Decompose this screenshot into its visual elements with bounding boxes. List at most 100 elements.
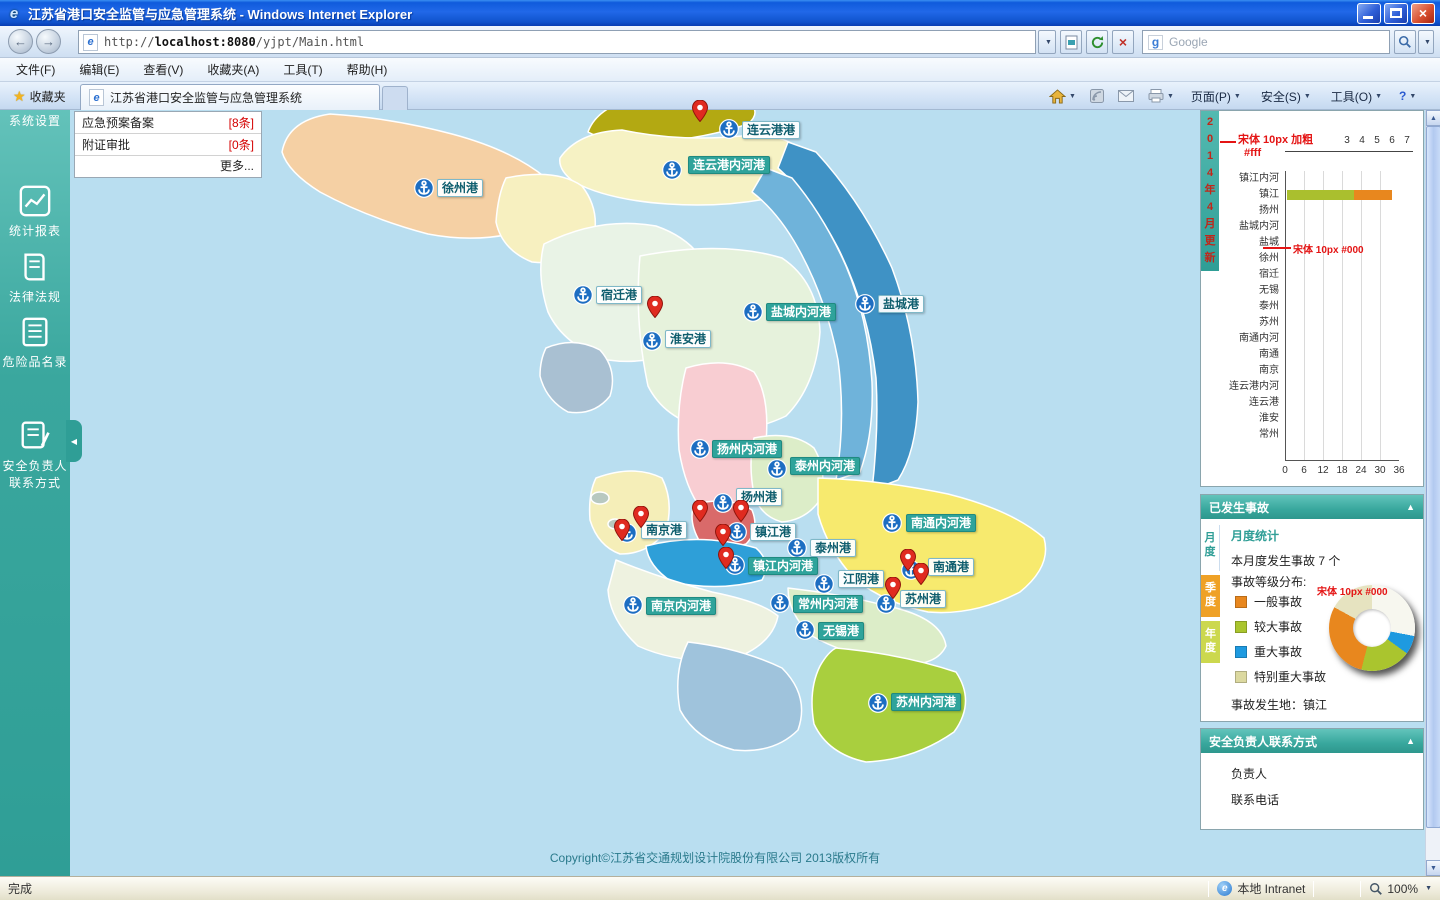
chart-category-label: 南通 — [1259, 349, 1279, 360]
axis-tick-label: 30 — [1374, 465, 1386, 476]
accident-panel-header[interactable]: 已发生事故 ▲ — [1201, 495, 1423, 519]
zoom-magnifier-icon — [1370, 882, 1383, 895]
update-ribbon: 2014年4月更新 — [1201, 111, 1219, 271]
new-tab-button[interactable] — [382, 86, 408, 110]
printer-icon — [1148, 89, 1164, 103]
toolbar-button[interactable]: 安全(S) ▼ — [1255, 85, 1317, 108]
zoom-control[interactable]: 100% ▼ — [1369, 882, 1432, 896]
chart-category-label: 淮安 — [1259, 413, 1279, 424]
sidebar-item-safety-contact[interactable]: 安全负责人 联系方式 — [0, 418, 70, 491]
scrollbar-thumb[interactable] — [1426, 126, 1440, 828]
address-bar[interactable]: e http://localhost:8080/yjpt/Main.html — [78, 30, 1036, 54]
axis-tick-label: 4 — [1359, 135, 1365, 146]
copyright-text: Copyright©江苏省交通规划设计院股份有限公司 2013版权所有 — [549, 851, 881, 865]
legend-swatch — [1235, 595, 1247, 608]
legend-item: 重大事故 — [1235, 639, 1326, 664]
intranet-zone-icon: e — [1217, 881, 1233, 896]
search-options-dropdown[interactable]: ▼ — [1418, 30, 1434, 54]
quick-panel-row[interactable]: 附证审批 [0条] — [75, 134, 261, 156]
menu-item[interactable]: 编辑(E) — [67, 58, 131, 81]
distribution-label: 事故等级分布: — [1231, 575, 1307, 589]
compatibility-view-button[interactable] — [1060, 30, 1082, 54]
collapse-arrow-icon[interactable]: ▲ — [1406, 502, 1415, 512]
sidebar-item-dangerous-goods[interactable]: 危险品名录 — [0, 315, 70, 370]
chart-category-label: 南通内河 — [1239, 333, 1279, 344]
chevron-down-icon: ▼ — [1375, 92, 1383, 100]
favorites-button[interactable]: ★ 收藏夹 — [4, 85, 75, 107]
forward-button[interactable]: → — [36, 29, 61, 54]
menu-bar: 文件(F) 编辑(E) 查看(V) 收藏夹(A) 工具(T) 帮助(H) — [0, 58, 1440, 82]
quick-panel-row[interactable]: 应急预案备案 [8条] — [75, 112, 261, 134]
toolbar-button[interactable]: 页面(P) ▼ — [1185, 85, 1247, 108]
home-button[interactable]: ▼ — [1046, 87, 1079, 106]
chart-category-label: 无锡 — [1259, 285, 1279, 296]
map-region-hongze-lake — [539, 341, 614, 414]
collapse-arrow-icon[interactable]: ▲ — [1406, 736, 1415, 746]
tab-active[interactable]: e 江苏省港口安全监管与应急管理系统 — [80, 84, 380, 110]
print-button[interactable]: ▼ — [1145, 87, 1177, 105]
chart-bar-segment — [1353, 190, 1392, 200]
chart-category-label: 徐州 — [1259, 253, 1279, 264]
top-axis-numbers: 34567 — [1341, 135, 1416, 146]
quick-row-label: 附证审批 — [82, 138, 131, 152]
toolbar-button-label: 工具(O) — [1330, 89, 1373, 104]
monthly-summary: 本月度发生事故 7 个 — [1231, 554, 1341, 568]
axis-tick-label: 5 — [1374, 135, 1380, 146]
sidebar-item-statistics[interactable]: 统计报表 — [0, 184, 70, 239]
search-input[interactable]: g Google — [1142, 30, 1390, 54]
url-text: http://localhost:8080/yjpt/Main.html — [104, 35, 365, 49]
chart-category-label: 南京 — [1259, 365, 1279, 376]
refresh-button[interactable] — [1086, 30, 1108, 54]
vertical-scrollbar[interactable]: ▲ ▼ — [1425, 110, 1440, 876]
axis-tick-label: 3 — [1344, 135, 1350, 146]
menu-item[interactable]: 查看(V) — [131, 58, 195, 81]
toolbar-button[interactable]: 工具(O) ▼ — [1325, 85, 1388, 108]
tab-yearly[interactable]: 年度 — [1201, 621, 1220, 663]
address-dropdown-button[interactable]: ▼ — [1038, 30, 1056, 54]
design-annotation: 宋体 10px #000 — [1317, 587, 1388, 598]
tab-quarterly[interactable]: 季度 — [1201, 575, 1220, 617]
more-link[interactable]: 更多... — [75, 156, 261, 177]
menu-item[interactable]: 收藏夹(A) — [195, 58, 271, 81]
mail-icon — [1117, 90, 1134, 102]
menu-item[interactable]: 帮助(H) — [335, 58, 400, 81]
chart-plot-area — [1285, 171, 1399, 461]
stop-button[interactable]: × — [1112, 30, 1134, 54]
home-icon — [1049, 88, 1066, 104]
read-mail-button[interactable] — [1115, 88, 1137, 104]
chart-category-label: 苏州 — [1259, 317, 1279, 328]
legend-swatch — [1235, 645, 1247, 658]
minimize-button[interactable] — [1357, 2, 1381, 24]
scroll-up-button[interactable]: ▲ — [1426, 110, 1440, 126]
contact-panel: 安全负责人联系方式 ▲ 负责人 联系电话 — [1200, 728, 1424, 830]
tab-monthly[interactable]: 月度 — [1201, 525, 1220, 571]
browser-window: e 江苏省港口安全监管与应急管理系统 - Windows Internet Ex… — [0, 0, 1440, 900]
status-text: 完成 — [8, 882, 33, 896]
chart-icon — [18, 184, 52, 218]
menu-item[interactable]: 工具(T) — [271, 58, 334, 81]
back-button[interactable]: ← — [8, 29, 33, 54]
security-zone[interactable]: e 本地 Intranet — [1217, 880, 1305, 897]
sidebar-collapse-handle[interactable]: ◀ — [66, 420, 82, 462]
search-button[interactable] — [1394, 30, 1416, 54]
top-axis-line — [1285, 151, 1413, 152]
help-button[interactable]: ? ▼ — [1396, 87, 1419, 105]
sidebar-item-laws[interactable]: 法律法规 — [0, 250, 70, 305]
contact-panel-header[interactable]: 安全负责人联系方式 ▲ — [1201, 729, 1423, 753]
close-button[interactable]: × — [1411, 2, 1435, 24]
quick-row-count: [8条] — [228, 116, 254, 130]
feeds-button[interactable] — [1087, 87, 1107, 105]
chart-x-axis: 0 6 12 18 24 30 36 — [1282, 465, 1404, 479]
legend-item: 较大事故 — [1235, 614, 1326, 639]
window-title: 江苏省港口安全监管与应急管理系统 - Windows Internet Expl… — [28, 6, 413, 22]
accident-legend: 一般事故 较大事故 重大事故 特别重大事故 — [1235, 589, 1326, 689]
map-region-nanjing — [588, 470, 670, 555]
scroll-down-button[interactable]: ▼ — [1426, 860, 1440, 876]
chart-category-label: 盐城内河 — [1239, 221, 1279, 232]
port-statistics-chart-panel: 2014年4月更新 宋体 10px 加粗 #fff 34567 镇江内河 镇江 扬州… — [1200, 110, 1424, 487]
title-bar: e 江苏省港口安全监管与应急管理系统 - Windows Internet Ex… — [0, 0, 1440, 26]
menu-item[interactable]: 文件(F) — [4, 58, 67, 81]
axis-tick-label: 12 — [1317, 465, 1329, 476]
maximize-button[interactable] — [1384, 2, 1408, 24]
sidebar-item-system-settings[interactable]: 系统设置 — [0, 112, 70, 129]
